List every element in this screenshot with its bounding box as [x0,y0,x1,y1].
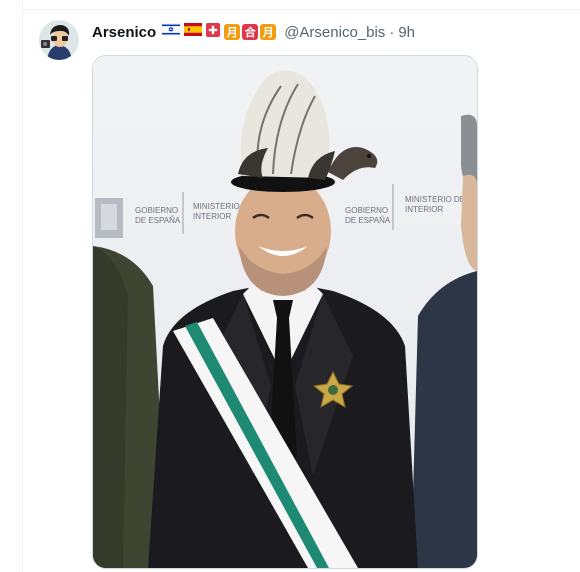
tweet-header: Arsenico 月 合 月 @Arsenico_bis · 9h [92,22,415,42]
backdrop-text-ministerio: MINISTERIO [193,202,240,211]
moon-kanji-icon: 月 [224,24,241,40]
photo-illustration: GOBIERNO DE ESPAÑA MINISTERIO INTERIOR G… [93,56,477,568]
separator-dot: · [389,23,395,41]
backdrop-text-interior-right: INTERIOR [405,205,443,214]
timestamp[interactable]: 9h [398,24,415,41]
combine-kanji-icon: 合 [242,24,259,40]
israel-flag-icon [161,22,181,41]
backdrop-text-gobierno-right: GOBIERNO [345,206,388,215]
backdrop-text-interior: INTERIOR [193,212,231,221]
backdrop-text-espana: DE ESPAÑA [135,216,181,225]
backdrop-text-gobierno: GOBIERNO [135,206,178,215]
user-handle[interactable]: @Arsenico_bis [284,24,385,41]
backdrop-text-espana-right: DE ESPAÑA [345,216,391,225]
spain-flag-icon [184,23,203,41]
tweet[interactable]: Arsenico 月 合 月 @Arsenico_bis · 9h GOBIER… [22,10,580,572]
left-rail [0,0,23,572]
swiss-flag-icon [206,22,221,42]
backdrop-coat-of-arms-icon [95,198,123,238]
moon-kanji-icon: 月 [260,24,277,40]
backdrop-text-ministerio-del: MINISTERIO DEL [405,195,470,204]
display-name[interactable]: Arsenico [92,24,156,41]
tweet-photo[interactable]: GOBIERNO DE ESPAÑA MINISTERIO INTERIOR G… [92,55,478,569]
avatar[interactable] [39,20,79,60]
